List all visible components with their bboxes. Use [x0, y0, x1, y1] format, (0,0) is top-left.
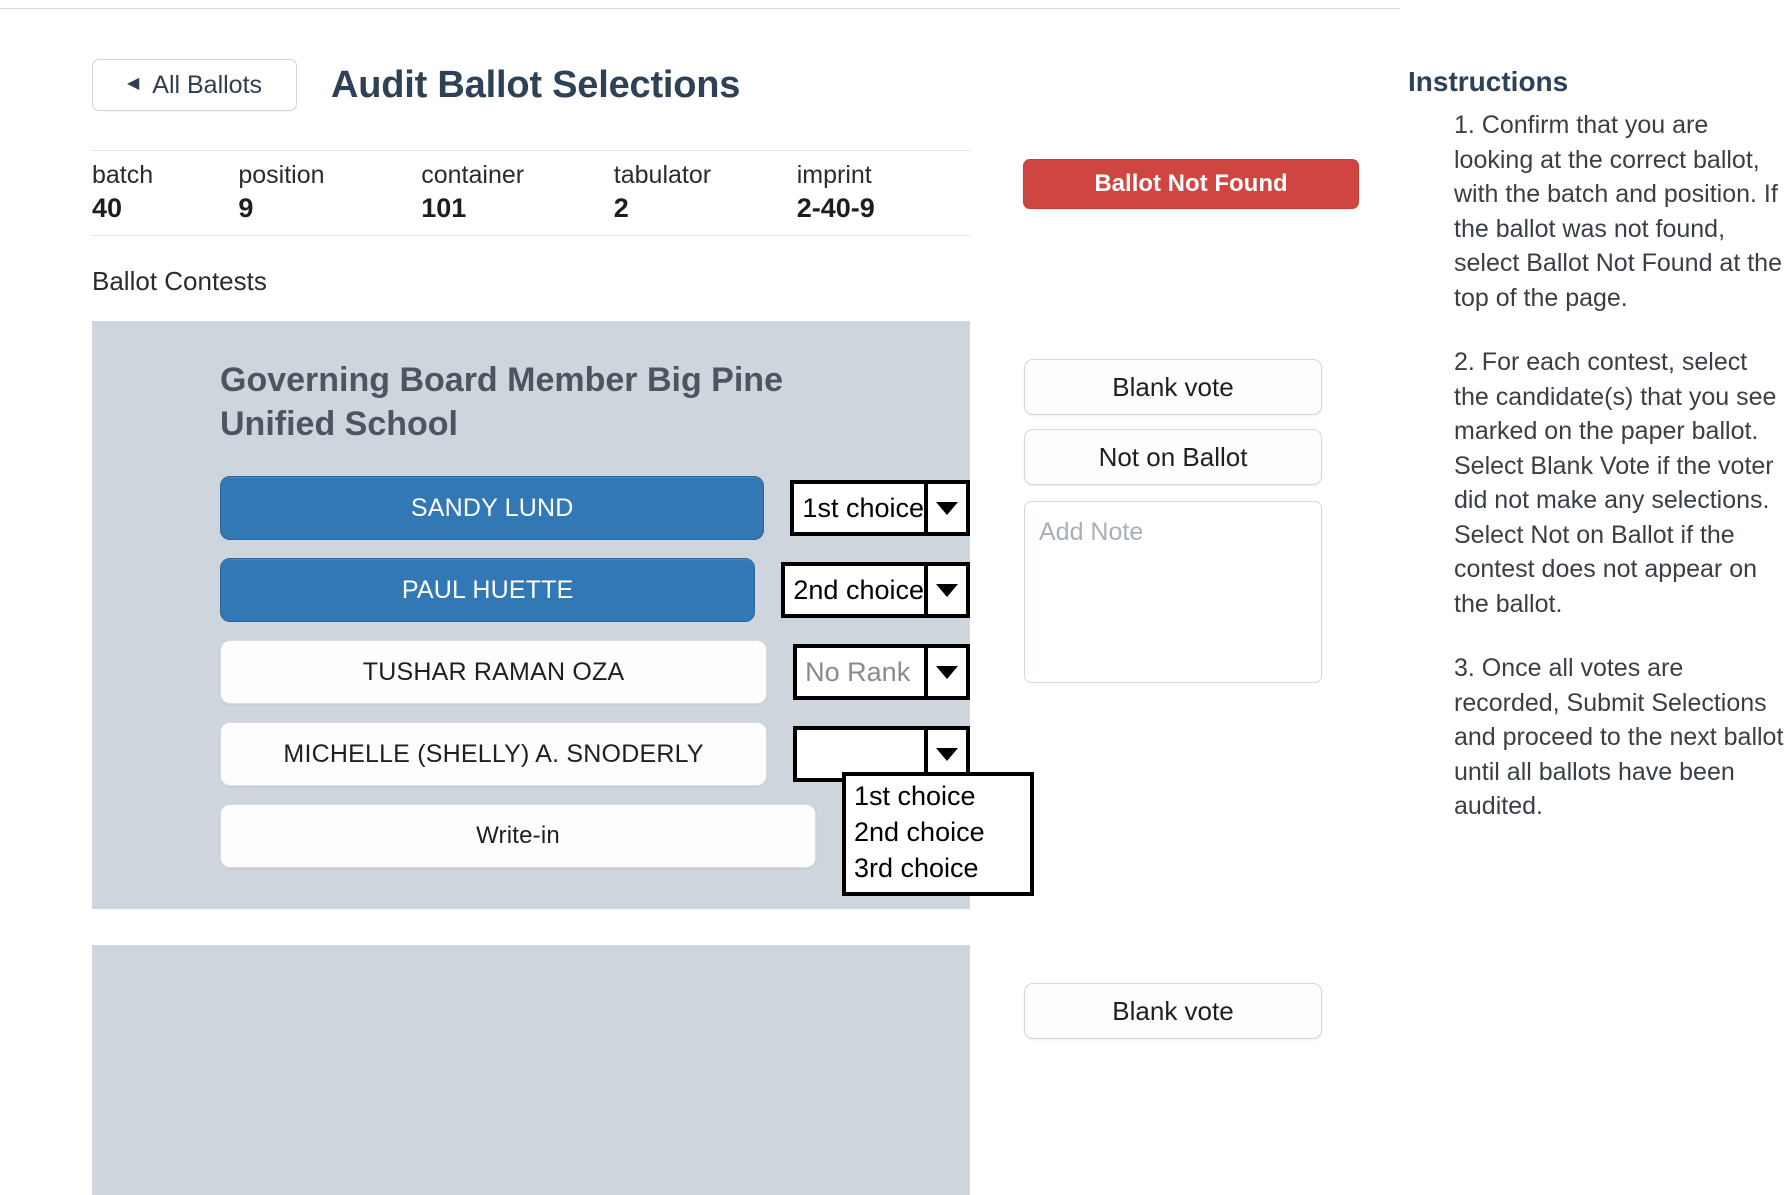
- candidate-row: MICHELLE (SHELLY) A. SNODERLY 1st choice…: [220, 722, 1034, 897]
- candidate-row: PAUL HUETTE 2nd choice: [220, 558, 970, 623]
- rank-option-1st-choice[interactable]: 1st choice: [846, 778, 1030, 814]
- candidate-row: SANDY LUND 1st choice: [220, 476, 970, 541]
- rank-select-value: 1st choice: [802, 492, 924, 523]
- ballot-contests-heading: Ballot Contests: [92, 266, 267, 296]
- page-title: Audit Ballot Selections: [331, 63, 741, 106]
- instructions-title: Instructions: [1408, 66, 1569, 97]
- ballot-not-found-button[interactable]: Ballot Not Found: [1023, 159, 1359, 209]
- contest-card-next: Blank vote: [92, 945, 1322, 1195]
- meta-field-position: position 9: [238, 162, 421, 223]
- add-note-textarea[interactable]: [1024, 501, 1322, 683]
- contest-title: Governing Board Member Big Pine Unified …: [220, 361, 783, 443]
- rank-select-value: 2nd choice: [793, 574, 924, 605]
- instructions-list: 1. Confirm that you are looking at the c…: [1408, 108, 1786, 824]
- rank-option-2nd-choice[interactable]: 2nd choice: [846, 814, 1030, 850]
- all-ballots-back-button[interactable]: ◀ All Ballots: [92, 59, 297, 111]
- instruction-item-1: 1. Confirm that you are looking at the c…: [1454, 111, 1782, 312]
- meta-value-tabulator: 2: [613, 192, 629, 223]
- chevron-down-icon[interactable]: [924, 648, 966, 697]
- meta-value-imprint: 2-40-9: [796, 192, 875, 223]
- chevron-down-icon[interactable]: [924, 730, 966, 779]
- meta-label-imprint: imprint: [796, 161, 872, 190]
- candidate-row: TUSHAR RAMAN OZA No Rank: [220, 640, 970, 705]
- meta-field-imprint: imprint 2-40-9: [797, 162, 970, 223]
- meta-field-container: container 101: [421, 162, 614, 223]
- rank-options-dropdown[interactable]: 1st choice 2nd choice 3rd choice: [842, 772, 1034, 897]
- instruction-item-3: 3. Once all votes are recorded, Submit S…: [1454, 654, 1784, 820]
- meta-label-position: position: [238, 161, 325, 190]
- meta-value-batch: 40: [92, 192, 123, 223]
- blank-vote-button-next[interactable]: Blank vote: [1024, 983, 1322, 1039]
- meta-label-tabulator: tabulator: [613, 161, 712, 190]
- candidate-button-tushar-raman-oza[interactable]: TUSHAR RAMAN OZA: [220, 640, 768, 705]
- instructions-panel: Instructions 1. Confirm that you are loo…: [1400, 0, 1786, 1162]
- candidate-choice-list: SANDY LUND 1st choice PAUL HUETTE 2nd ch…: [220, 476, 1034, 897]
- instruction-item-2: 2. For each contest, select the candidat…: [1454, 348, 1777, 618]
- rank-select-sandy-lund[interactable]: 1st choice: [790, 480, 970, 537]
- chevron-down-icon[interactable]: [924, 566, 966, 615]
- rank-select-tushar-raman-oza[interactable]: No Rank: [793, 644, 970, 701]
- rank-option-3rd-choice[interactable]: 3rd choice: [846, 850, 1030, 886]
- meta-value-position: 9: [238, 192, 254, 223]
- audit-ballot-panel: ◀ All Ballots Audit Ballot Selections ba…: [0, 0, 1400, 1195]
- back-chevron-icon: ◀: [126, 75, 140, 92]
- candidate-button-sandy-lund[interactable]: SANDY LUND: [220, 476, 765, 541]
- candidate-button-write-in[interactable]: Write-in: [220, 804, 816, 869]
- all-ballots-label: All Ballots: [152, 70, 263, 99]
- contest-actions: Blank vote Not on Ballot: [1024, 359, 1324, 688]
- meta-label-batch: batch: [92, 161, 154, 190]
- not-on-ballot-button[interactable]: Not on Ballot: [1024, 429, 1322, 485]
- meta-value-container: 101: [421, 192, 467, 223]
- candidate-button-michelle-snoderly[interactable]: MICHELLE (SHELLY) A. SNODERLY: [220, 722, 768, 787]
- rank-select-value: No Rank: [805, 656, 911, 687]
- contest-card: Governing Board Member Big Pine Unified …: [92, 321, 1322, 909]
- meta-field-batch: batch 40: [92, 162, 238, 223]
- chevron-down-icon[interactable]: [924, 484, 966, 533]
- contest-actions-next: Blank vote: [1024, 983, 1324, 1039]
- rank-select-paul-huette[interactable]: 2nd choice: [781, 562, 970, 619]
- ballot-metadata-strip: batch 40 position 9 container 101 tabula…: [92, 150, 1359, 236]
- meta-label-container: container: [421, 161, 525, 190]
- candidate-button-paul-huette[interactable]: PAUL HUETTE: [220, 558, 756, 623]
- blank-vote-button[interactable]: Blank vote: [1024, 359, 1322, 415]
- meta-field-tabulator: tabulator 2: [614, 162, 797, 223]
- page-header: ◀ All Ballots Audit Ballot Selections: [92, 54, 1400, 116]
- rank-select-value: [797, 730, 924, 778]
